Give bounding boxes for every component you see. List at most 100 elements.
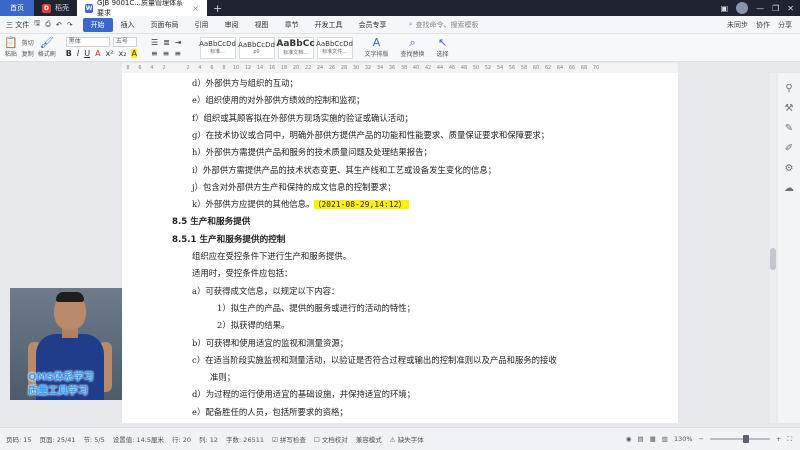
compat-mode[interactable]: 兼容模式 xyxy=(356,434,382,444)
menu-insert[interactable]: 插入 xyxy=(113,18,143,32)
close-icon[interactable]: × xyxy=(192,4,199,13)
menu-section[interactable]: 章节 xyxy=(277,18,307,32)
zoom-value[interactable]: 130% xyxy=(674,435,693,443)
read-mode-icon[interactable]: ▥ xyxy=(662,435,668,443)
search-input[interactable]: 查找命令、搜索模板 xyxy=(415,20,478,30)
document-line[interactable]: i）外部供方需提供产品的技术状态变更、其生产线和工艺或设备发生变化的信息； xyxy=(192,164,496,176)
zoom-in-icon[interactable]: + xyxy=(776,435,781,443)
tab-document[interactable]: W GJB 9001C...质量管理体系 要求 × xyxy=(77,0,207,17)
window-close-icon[interactable]: ✕ xyxy=(787,4,794,13)
select-button[interactable]: ↖ 选择 xyxy=(437,37,449,59)
cloud-icon[interactable]: ☁ xyxy=(784,183,794,194)
document-line[interactable]: f）组织或其顾客拟在外部供方现场实施的验证或确认活动； xyxy=(192,112,413,124)
avatar[interactable] xyxy=(736,2,749,14)
horizontal-ruler[interactable]: 8 6 4 2 2 4 6 8 10 12 14 16 18 20 22 24 26 28 30 32 34 36 38 40… xyxy=(122,63,678,73)
document-line[interactable]: a）可获得成文信息，以规定以下内容： xyxy=(192,285,339,297)
menu-member[interactable]: 会员专享 xyxy=(351,18,395,32)
spellcheck-toggle[interactable]: ☑ 拼写检查 xyxy=(272,434,306,444)
pen-icon[interactable]: ✎ xyxy=(785,123,793,134)
align-right-icon[interactable]: ≡ xyxy=(174,49,181,58)
text-layout-button[interactable]: A 文字排版 xyxy=(365,37,389,59)
paste-button[interactable]: 📋 粘贴 xyxy=(4,37,18,59)
collaborate-button[interactable]: 协作 xyxy=(756,20,770,30)
menu-references[interactable]: 引用 xyxy=(187,18,217,32)
status-section[interactable]: 节: 5/5 xyxy=(84,434,105,444)
highlight-icon[interactable]: A xyxy=(131,49,137,58)
document-line[interactable]: 1）拟生产的产品、提供的服务或进行的活动的特性； xyxy=(217,302,415,314)
wrench-icon[interactable]: ⚒ xyxy=(785,103,794,114)
menu-developer[interactable]: 开发工具 xyxy=(307,18,351,32)
pin-icon[interactable]: ⚲ xyxy=(785,83,792,94)
document-line[interactable]: h）外部供方需提供产品和服务的技术质量问题及处理结果报告； xyxy=(192,146,432,158)
zoom-slider-knob[interactable] xyxy=(743,435,750,443)
find-replace-button[interactable]: ⌕ 查找替换 xyxy=(401,37,425,59)
font-size-select[interactable]: 五号 xyxy=(112,37,137,47)
maximize-icon[interactable]: ❐ xyxy=(772,4,779,13)
status-pages[interactable]: 页面: 25/41 xyxy=(40,434,76,444)
style-standard-file[interactable]: AaBbCcDd 标准文件... xyxy=(316,36,353,59)
align-left-icon[interactable]: ≡ xyxy=(151,49,158,58)
layout-icon[interactable]: ▣ xyxy=(721,4,729,13)
bold-button[interactable]: B xyxy=(66,49,72,58)
document-line[interactable]: 适用时，受控条件应包括： xyxy=(192,267,293,279)
status-col[interactable]: 列: 12 xyxy=(199,434,218,444)
vertical-scrollbar[interactable] xyxy=(770,73,776,423)
indent-icon[interactable]: ⇥ xyxy=(175,38,182,47)
bullets-icon[interactable]: ☰ xyxy=(151,38,158,47)
settings-icon[interactable]: ⚙ xyxy=(785,163,794,174)
document-line[interactable]: d）为过程的运行使用适宜的基础设施，并保持适宜的环境； xyxy=(192,388,415,400)
menu-view[interactable]: 视图 xyxy=(247,18,277,32)
sync-status[interactable]: 未同步 xyxy=(727,20,748,30)
status-page[interactable]: 页码: 15 xyxy=(6,434,32,444)
superscript-icon[interactable]: x² xyxy=(106,49,114,58)
document-line[interactable]: d）外部供方与组织的互动； xyxy=(192,77,298,89)
document-line[interactable]: j）包含对外部供方生产和保持的成文信息的控制要求； xyxy=(192,181,396,193)
scrollbar-thumb[interactable] xyxy=(770,248,776,270)
redo-icon[interactable]: ↷ xyxy=(67,21,73,29)
section-heading[interactable]: 8.5 生产和服务提供 xyxy=(172,215,250,227)
document-line[interactable]: 准则； xyxy=(210,371,235,383)
zoom-out-icon[interactable]: − xyxy=(699,435,704,443)
eye-icon[interactable]: ◉ xyxy=(626,435,632,443)
new-tab-button[interactable]: + xyxy=(207,2,228,15)
proofread-toggle[interactable]: ☐ 文档校对 xyxy=(314,434,348,444)
copy-button[interactable]: 复制 xyxy=(22,49,34,58)
fullscreen-icon[interactable]: ⛶ xyxy=(787,435,792,444)
underline-button[interactable]: U xyxy=(84,49,90,58)
document-line[interactable]: 2）拟获得的结果。 xyxy=(217,319,289,331)
document-page[interactable]: d）外部供方与组织的互动； e）组织使用的对外部供方绩效的控制和监视； f）组织或其… xyxy=(122,73,678,423)
file-menu[interactable]: 三 文件 xyxy=(6,20,29,30)
edit-icon[interactable]: ✐ xyxy=(785,143,793,154)
section-heading[interactable]: 8.5.1 生产和服务提供的控制 xyxy=(172,233,285,245)
menu-page-layout[interactable]: 页面布局 xyxy=(143,18,187,32)
format-painter-button[interactable]: 🖌 格式刷 xyxy=(38,37,56,59)
web-view-icon[interactable]: ▦ xyxy=(650,435,656,443)
document-line[interactable]: 组织应在受控条件下进行生产和服务提供。 xyxy=(192,250,351,262)
numbering-icon[interactable]: ≣ xyxy=(163,38,170,47)
document-line[interactable]: k）外部供方应提供的其他信息。 （2021-08-29,14:12） xyxy=(192,198,410,210)
status-wordcount[interactable]: 字数: 26511 xyxy=(226,434,264,444)
style-p0[interactable]: AaBbCcDd p0 xyxy=(238,36,275,59)
document-line[interactable]: b）可获得和使用适宜的监视和测量资源； xyxy=(192,337,348,349)
share-button[interactable]: 分享 xyxy=(778,20,792,30)
tab-home[interactable]: 首页 xyxy=(0,0,34,16)
status-position[interactable]: 设置值: 14.5厘米 xyxy=(113,434,164,444)
status-row[interactable]: 行: 20 xyxy=(172,434,191,444)
zoom-slider[interactable] xyxy=(709,435,770,443)
menu-review[interactable]: 审阅 xyxy=(217,18,247,32)
cut-button[interactable]: 剪切 xyxy=(22,38,34,47)
font-color-icon[interactable]: A xyxy=(95,49,100,58)
document-line[interactable]: c）在适当阶段实施监视和测量活动，以验证是否符合过程或输出的控制准则以及产品和服… xyxy=(192,354,557,366)
menu-start[interactable]: 开始 xyxy=(82,17,113,32)
missing-font[interactable]: ⚠ 缺失字体 xyxy=(390,434,424,444)
document-line[interactable]: g）在技术协议或合同中，明确外部供方提供产品的功能和性能要求、质量保证要求和保障… xyxy=(192,129,549,141)
style-standard-doc[interactable]: AaBbCc 标准文档... xyxy=(276,36,315,59)
undo-icon[interactable]: ↶ xyxy=(56,21,62,29)
save-icon[interactable]: 🖫 xyxy=(34,19,40,30)
style-standard[interactable]: AaBbCcDd 标准... xyxy=(199,36,236,59)
minimize-icon[interactable]: — xyxy=(756,4,764,13)
italic-button[interactable]: I xyxy=(77,49,79,58)
font-name-select[interactable]: 黑体 xyxy=(65,37,110,47)
document-line[interactable]: e）配备胜任的人员，包括所要求的资格； xyxy=(192,406,348,418)
tab-docer[interactable]: D 稻壳 xyxy=(34,0,77,16)
